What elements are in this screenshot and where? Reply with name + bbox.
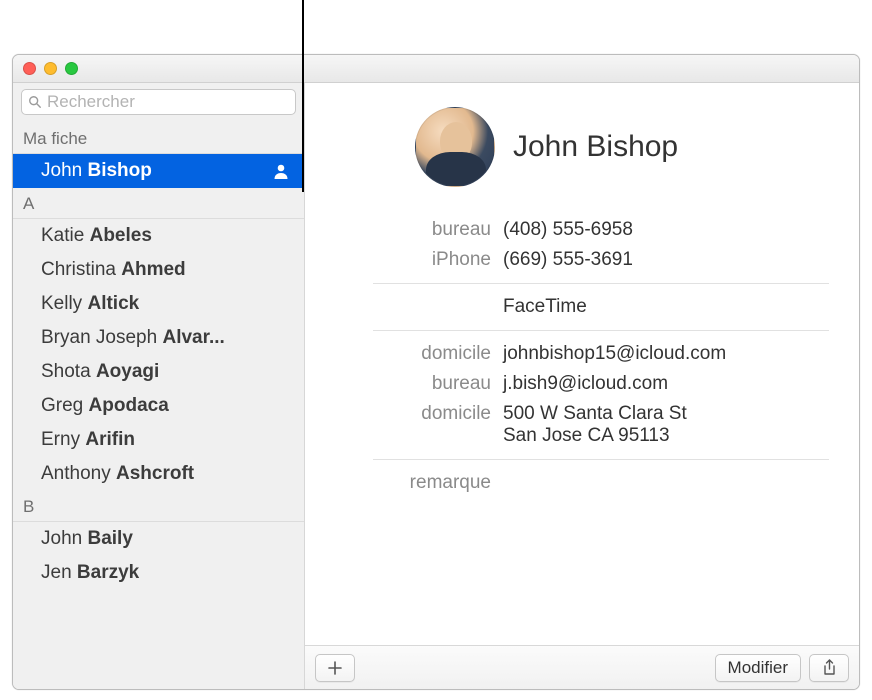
- contact-row[interactable]: Katie Abeles: [13, 219, 304, 253]
- contact-last-name: Arifin: [85, 429, 135, 450]
- contact-row[interactable]: Erny Arifin: [13, 423, 304, 457]
- section-header: B: [13, 491, 304, 522]
- zoom-window-button[interactable]: [65, 62, 78, 75]
- contact-row[interactable]: John Baily: [13, 522, 304, 556]
- contact-first-name: Greg: [41, 395, 89, 416]
- my-card-icon: [272, 162, 290, 180]
- close-window-button[interactable]: [23, 62, 36, 75]
- contact-first-name: Shota: [41, 361, 96, 382]
- plus-icon: [327, 660, 343, 676]
- contact-last-name: Alvar...: [162, 327, 224, 348]
- contact-row[interactable]: Kelly Altick: [13, 287, 304, 321]
- contact-first-name: Christina: [41, 259, 121, 280]
- contact-last-name: Ashcroft: [116, 463, 194, 484]
- contact-last-name: Bishop: [87, 160, 151, 181]
- edit-button-label: Modifier: [728, 658, 788, 678]
- separator: [373, 283, 829, 284]
- contact-first-name: Jen: [41, 562, 77, 583]
- share-button[interactable]: [809, 654, 849, 682]
- separator: [373, 330, 829, 331]
- contact-row-selected[interactable]: John Bishop: [13, 154, 304, 188]
- contact-last-name: Abeles: [90, 225, 152, 246]
- field-label: remarque: [335, 472, 503, 494]
- separator: [373, 459, 829, 460]
- contact-first-name: Katie: [41, 225, 90, 246]
- email-field: domicile johnbishop15@icloud.com: [335, 339, 829, 369]
- search-placeholder: Rechercher: [47, 92, 135, 112]
- window-body: Rechercher Ma fiche John Bishop AKatie A…: [13, 83, 859, 689]
- contact-last-name: Apodaca: [89, 395, 169, 416]
- window-titlebar: [13, 55, 859, 83]
- contact-last-name: Altick: [87, 293, 139, 314]
- contact-detail-content: John Bishop bureau (408) 555-6958 iPhone…: [305, 83, 859, 645]
- note-field[interactable]: remarque: [335, 468, 829, 498]
- email-field: bureau j.bish9@icloud.com: [335, 369, 829, 399]
- field-value[interactable]: j.bish9@icloud.com: [503, 373, 668, 395]
- contacts-sidebar: Rechercher Ma fiche John Bishop AKatie A…: [13, 83, 305, 689]
- contact-row[interactable]: Christina Ahmed: [13, 253, 304, 287]
- my-card-header: Ma fiche: [13, 123, 304, 154]
- field-label: domicile: [335, 403, 503, 425]
- address-field: domicile 500 W Santa Clara St San Jose C…: [335, 399, 829, 451]
- search-icon: [28, 95, 42, 109]
- contact-first-name: John: [41, 528, 87, 549]
- facetime-field[interactable]: FaceTime: [335, 292, 829, 322]
- contact-row[interactable]: Greg Apodaca: [13, 389, 304, 423]
- contact-last-name: Barzyk: [77, 562, 139, 583]
- contact-row[interactable]: Shota Aoyagi: [13, 355, 304, 389]
- field-label: bureau: [335, 219, 503, 241]
- minimize-window-button[interactable]: [44, 62, 57, 75]
- contact-row[interactable]: Bryan Joseph Alvar...: [13, 321, 304, 355]
- contact-avatar[interactable]: [415, 107, 495, 187]
- contacts-window: Rechercher Ma fiche John Bishop AKatie A…: [12, 54, 860, 690]
- contact-row[interactable]: Jen Barzyk: [13, 556, 304, 590]
- field-value[interactable]: (669) 555-3691: [503, 249, 633, 271]
- field-value[interactable]: 500 W Santa Clara St San Jose CA 95113: [503, 403, 687, 447]
- detail-toolbar: Modifier: [305, 645, 859, 689]
- contact-name: John Bishop: [41, 160, 152, 182]
- contact-first-name: John: [41, 160, 82, 181]
- contact-first-name: Kelly: [41, 293, 87, 314]
- phone-field: iPhone (669) 555-3691: [335, 245, 829, 275]
- contacts-list[interactable]: Ma fiche John Bishop AKatie AbelesChrist…: [13, 123, 304, 689]
- search-input[interactable]: Rechercher: [21, 89, 296, 115]
- field-label: domicile: [335, 343, 503, 365]
- contact-detail: John Bishop bureau (408) 555-6958 iPhone…: [305, 83, 859, 689]
- contact-first-name: Bryan Joseph: [41, 327, 162, 348]
- search-wrapper: Rechercher: [13, 83, 304, 123]
- contact-row[interactable]: Anthony Ashcroft: [13, 457, 304, 491]
- contact-first-name: Erny: [41, 429, 85, 450]
- field-value: FaceTime: [503, 296, 587, 318]
- field-value[interactable]: johnbishop15@icloud.com: [503, 343, 726, 365]
- section-header: A: [13, 188, 304, 219]
- contact-last-name: Ahmed: [121, 259, 185, 280]
- contact-fields: bureau (408) 555-6958 iPhone (669) 555-3…: [335, 215, 829, 498]
- field-value[interactable]: (408) 555-6958: [503, 219, 633, 241]
- contact-first-name: Anthony: [41, 463, 116, 484]
- contact-header: John Bishop: [335, 107, 829, 187]
- callout-line: [302, 0, 304, 192]
- contact-last-name: Aoyagi: [96, 361, 159, 382]
- share-icon: [822, 659, 837, 676]
- field-label: iPhone: [335, 249, 503, 271]
- contact-last-name: Baily: [87, 528, 132, 549]
- field-label: bureau: [335, 373, 503, 395]
- phone-field: bureau (408) 555-6958: [335, 215, 829, 245]
- add-contact-button[interactable]: [315, 654, 355, 682]
- contact-name-heading: John Bishop: [513, 130, 678, 164]
- edit-button[interactable]: Modifier: [715, 654, 801, 682]
